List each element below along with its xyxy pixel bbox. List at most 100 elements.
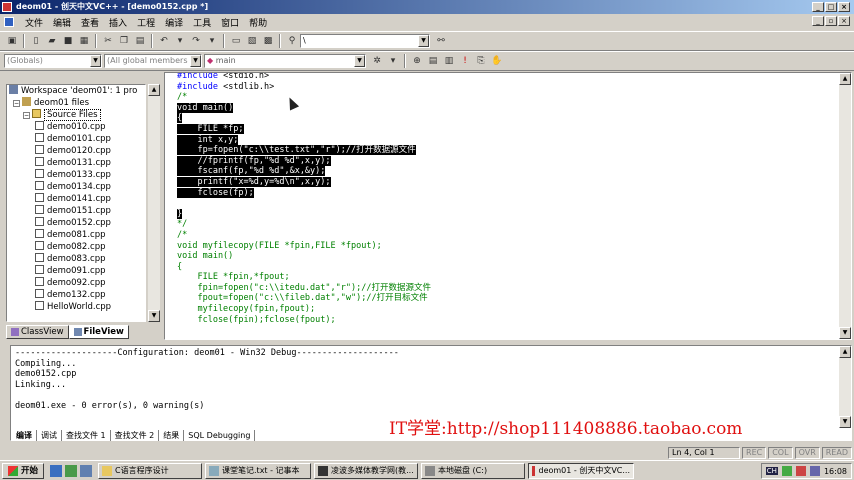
task-notepad[interactable]: 课堂笔记.txt - 记事本 (205, 462, 312, 479)
output-window-icon[interactable]: ▭ (229, 34, 243, 48)
scope-combo[interactable]: (Globals) ▼ (4, 54, 102, 68)
save-icon[interactable]: ■ (61, 34, 75, 48)
menu-view[interactable]: 查看 (76, 16, 104, 29)
outlook-icon[interactable] (65, 464, 78, 477)
tree-file-item[interactable]: demo0131.cpp (7, 157, 145, 169)
task-vc[interactable]: deom01 - 创天中文VC... (528, 462, 635, 479)
minimize-button[interactable]: _ (812, 2, 824, 12)
tree-file-item[interactable]: demo092.cpp (7, 277, 145, 289)
volume-icon[interactable] (809, 466, 820, 476)
compile-icon[interactable]: ⊕ (410, 54, 424, 68)
scroll-down-icon[interactable]: ▼ (148, 310, 160, 322)
scroll-up-icon[interactable]: ▲ (148, 84, 160, 96)
tab-sql-debugging[interactable]: SQL Debugging (184, 430, 256, 441)
code-editor[interactable]: #include <stdio.h> #include <stdlib.h> /… (164, 72, 852, 340)
menu-insert[interactable]: 插入 (104, 16, 132, 29)
redo-dropdown-icon[interactable]: ▾ (205, 34, 219, 48)
wizard-dropdown-icon[interactable]: ▾ (386, 54, 400, 68)
tree-file-item[interactable]: HelloWorld.cpp (7, 301, 145, 313)
find-combo[interactable]: \ ▼ (300, 34, 430, 48)
editor-vertical-scrollbar[interactable]: ▲ ▼ (839, 73, 851, 339)
paste-icon[interactable]: ▤ (133, 34, 147, 48)
tab-results[interactable]: 结果 (159, 430, 185, 441)
close-button[interactable]: × (838, 2, 850, 12)
copy-icon[interactable]: ❐ (117, 34, 131, 48)
chevron-down-icon[interactable]: ▼ (190, 55, 201, 67)
tree-file-item[interactable]: demo0133.cpp (7, 169, 145, 181)
chevron-down-icon[interactable]: ▼ (354, 55, 365, 67)
tree-file-item[interactable]: demo010.cpp (7, 121, 145, 133)
tree-source-folder[interactable]: − Source Files (7, 109, 145, 121)
task-c-language[interactable]: C语言程序设计 (98, 462, 203, 479)
output-text[interactable]: --------------------Configuration: deom0… (15, 348, 399, 412)
ie-icon[interactable] (50, 464, 63, 477)
tree-file-item[interactable]: demo082.cpp (7, 241, 145, 253)
mdi-restore-button[interactable]: ▫ (825, 16, 837, 26)
find-binoculars-icon[interactable]: ⚯ (434, 34, 448, 48)
tab-fileview[interactable]: FileView (68, 325, 129, 339)
save-all-icon[interactable]: ▦ (77, 34, 91, 48)
tree-file-item[interactable]: demo0134.cpp (7, 181, 145, 193)
menu-file[interactable]: 文件 (20, 16, 48, 29)
chevron-down-icon[interactable]: ▼ (418, 35, 429, 47)
scroll-down-icon[interactable]: ▼ (839, 327, 851, 339)
undo-dropdown-icon[interactable]: ▾ (173, 34, 187, 48)
tree-file-item[interactable]: demo083.cpp (7, 253, 145, 265)
mdi-minimize-button[interactable]: _ (812, 16, 824, 26)
cut-icon[interactable]: ✂ (101, 34, 115, 48)
tree-file-item[interactable]: demo091.cpp (7, 265, 145, 277)
menu-project[interactable]: 工程 (132, 16, 160, 29)
output-vertical-scrollbar[interactable]: ▲ ▼ (839, 346, 851, 428)
debug-icon[interactable]: ⎘ (474, 54, 488, 68)
scroll-up-icon[interactable]: ▲ (839, 346, 851, 358)
start-button[interactable]: 开始 (2, 462, 45, 479)
rebuild-icon[interactable]: ▥ (442, 54, 456, 68)
build-icon[interactable]: ▤ (426, 54, 440, 68)
ime-indicator[interactable]: CH (765, 467, 778, 475)
tree-file-item[interactable]: demo0152.cpp (7, 217, 145, 229)
menu-window[interactable]: 窗口 (216, 16, 244, 29)
code-content[interactable]: #include <stdio.h> #include <stdlib.h> /… (177, 73, 431, 325)
desktop-icon[interactable] (80, 464, 93, 477)
tab-find-in-files-2[interactable]: 查找文件 2 (111, 430, 160, 441)
execute-icon[interactable]: ! (458, 54, 472, 68)
tree-file-item[interactable]: demo0101.cpp (7, 133, 145, 145)
task-local-disk[interactable]: 本地磁盘 (C:) (421, 462, 526, 479)
mdi-close-button[interactable]: × (838, 16, 850, 26)
tree-file-item[interactable]: demo0151.cpp (7, 205, 145, 217)
tree-root[interactable]: Workspace 'deom01': 1 pro (7, 85, 145, 97)
tree-file-item[interactable]: demo132.cpp (7, 289, 145, 301)
app-icon[interactable] (2, 2, 12, 12)
tree-file-item[interactable]: demo0120.cpp (7, 145, 145, 157)
members-combo[interactable]: (All global members ▼ (104, 54, 202, 68)
breakpoint-hand-icon[interactable]: ✋ (490, 54, 504, 68)
function-combo[interactable]: ◆ main ▼ (204, 54, 366, 68)
redo-icon[interactable]: ↷ (189, 34, 203, 48)
network-icon[interactable] (781, 466, 792, 476)
document-icon[interactable] (4, 17, 14, 27)
workspace-icon[interactable]: ▣ (5, 34, 19, 48)
tree-vertical-scrollbar[interactable]: ▲ ▼ (148, 84, 160, 322)
scroll-down-icon[interactable]: ▼ (839, 416, 851, 428)
tree-file-item[interactable]: demo081.cpp (7, 229, 145, 241)
clock[interactable]: 16:08 (824, 467, 847, 476)
maximize-button[interactable]: □ (825, 2, 837, 12)
tab-find-in-files-1[interactable]: 查找文件 1 (62, 430, 111, 441)
tab-debug[interactable]: 调试 (37, 430, 62, 441)
tree-file-item[interactable]: demo0141.cpp (7, 193, 145, 205)
find-in-files-icon[interactable]: ⚲ (285, 34, 299, 48)
menu-help[interactable]: 帮助 (244, 16, 272, 29)
windows-icon[interactable]: ▩ (261, 34, 275, 48)
collapse-icon[interactable]: − (23, 112, 30, 119)
scroll-up-icon[interactable]: ▲ (839, 73, 851, 85)
undo-icon[interactable]: ↶ (157, 34, 171, 48)
tab-classview[interactable]: ClassView (6, 325, 69, 339)
tree-project[interactable]: − deom01 files (7, 97, 145, 109)
wizard-action-icon[interactable]: ✲ (370, 54, 384, 68)
open-folder-icon[interactable]: ▰ (45, 34, 59, 48)
tab-build[interactable]: 编译 (12, 430, 37, 441)
new-file-icon[interactable]: ▯ (29, 34, 43, 48)
chevron-down-icon[interactable]: ▼ (90, 55, 101, 67)
menu-build[interactable]: 编译 (160, 16, 188, 29)
tray-app-icon[interactable] (795, 466, 806, 476)
